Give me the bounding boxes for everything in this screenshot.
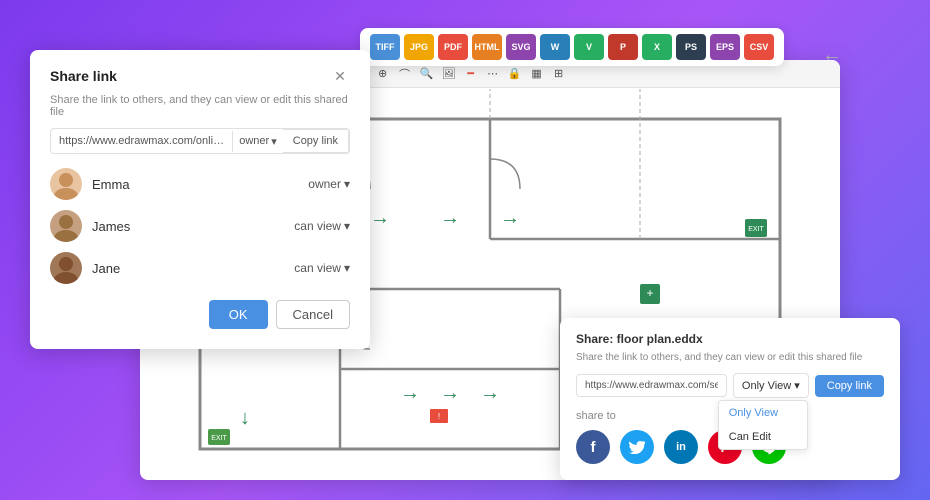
svg-text:→: → xyxy=(440,382,460,404)
link-row: owner ▾ Copy link xyxy=(50,128,350,154)
chevron-down-icon: ▾ xyxy=(344,177,350,191)
copy-link-button-2[interactable]: Copy link xyxy=(815,375,884,397)
user-list: Emma owner ▾ James can view ▾ Jane can v… xyxy=(50,168,350,284)
line-icon[interactable]: ━ xyxy=(463,66,479,82)
image2-icon[interactable]: ▦ xyxy=(529,66,545,82)
svg-text:EXIT: EXIT xyxy=(748,226,764,233)
zoom-icon[interactable]: 🔍 xyxy=(419,66,435,82)
avatar xyxy=(50,210,82,242)
only-view-dropdown[interactable]: Only View ▾ Only View Can Edit xyxy=(733,373,809,398)
link-permission-dropdown[interactable]: owner ▾ xyxy=(232,131,283,152)
user-name: Jane xyxy=(92,261,294,276)
ppt-button[interactable]: P xyxy=(608,34,638,60)
user-role-dropdown[interactable]: owner ▾ xyxy=(308,177,350,191)
user-row: James can view ▾ xyxy=(50,210,350,242)
word-button[interactable]: W xyxy=(540,34,570,60)
xls-button[interactable]: X xyxy=(642,34,672,60)
permission-label: owner xyxy=(239,135,269,147)
chevron-down-icon: ▾ xyxy=(794,379,800,392)
eps-button[interactable]: EPS xyxy=(710,34,740,60)
share-link-dialog: Share link ✕ Share the link to others, a… xyxy=(30,50,370,349)
arrow-indicator: ← xyxy=(822,44,842,67)
user-role-dropdown[interactable]: can view ▾ xyxy=(294,261,350,275)
user-role-dropdown[interactable]: can view ▾ xyxy=(294,219,350,233)
ok-button[interactable]: OK xyxy=(209,300,268,329)
user-row: Jane can view ▾ xyxy=(50,252,350,284)
share-panel-subtitle: Share the link to others, and they can v… xyxy=(576,352,884,363)
role-label: can view xyxy=(294,261,341,275)
dialog-title: Share link xyxy=(50,68,117,84)
share-link-row: Only View ▾ Only View Can Edit Copy link xyxy=(576,373,884,398)
chevron-down-icon: ▾ xyxy=(344,261,350,275)
chevron-down-icon: ▾ xyxy=(344,219,350,233)
only-view-option[interactable]: Only View xyxy=(719,401,807,425)
avatar xyxy=(50,252,82,284)
svg-text:→: → xyxy=(370,207,390,229)
dialog-subtitle: Share the link to others, and they can v… xyxy=(50,94,350,118)
svg-text:→: → xyxy=(440,207,460,229)
user-name: Emma xyxy=(92,177,308,192)
share-panel-title: Share: floor plan.eddx xyxy=(576,332,884,346)
dialog-header: Share link ✕ xyxy=(50,66,350,86)
pdf-button[interactable]: PDF xyxy=(438,34,468,60)
dash-icon[interactable]: ⋯ xyxy=(485,66,501,82)
share-link-input[interactable] xyxy=(576,374,727,397)
user-row: Emma owner ▾ xyxy=(50,168,350,200)
v-button[interactable]: V xyxy=(574,34,604,60)
linkedin-share-button[interactable]: in xyxy=(664,430,698,464)
svg-button[interactable]: SVG xyxy=(506,34,536,60)
format-export-toolbar: TIFF JPG PDF HTML SVG W V P X PS EPS CSV xyxy=(360,28,784,66)
dialog-actions: OK Cancel xyxy=(50,300,350,329)
grid-icon[interactable]: ⊞ xyxy=(551,66,567,82)
svg-text:→: → xyxy=(480,382,500,404)
svg-text:EXIT: EXIT xyxy=(211,435,227,442)
permission-dropdown-menu: Only View Can Edit xyxy=(718,400,808,450)
csv-button[interactable]: CSV xyxy=(744,34,774,60)
user-name: James xyxy=(92,219,294,234)
svg-text:→: → xyxy=(400,382,420,404)
close-icon[interactable]: ✕ xyxy=(330,66,350,86)
image-icon[interactable]: 🖼 xyxy=(441,66,457,82)
svg-text:+: + xyxy=(646,286,653,300)
connect-icon[interactable]: ⊕ xyxy=(375,66,391,82)
role-label: owner xyxy=(308,177,341,191)
role-label: can view xyxy=(294,219,341,233)
svg-text:→: → xyxy=(500,207,520,229)
svg-text:↓: ↓ xyxy=(240,407,250,429)
facebook-share-button[interactable]: f xyxy=(576,430,610,464)
ps-button[interactable]: PS xyxy=(676,34,706,60)
link-input[interactable] xyxy=(51,130,232,152)
avatar xyxy=(50,168,82,200)
jpg-button[interactable]: JPG xyxy=(404,34,434,60)
copy-link-button[interactable]: Copy link xyxy=(283,129,349,153)
can-edit-option[interactable]: Can Edit xyxy=(719,425,807,449)
share-panel: Share: floor plan.eddx Share the link to… xyxy=(560,318,900,480)
tiff-button[interactable]: TIFF xyxy=(370,34,400,60)
curve-icon[interactable]: ⌒ xyxy=(397,66,413,82)
svg-text:!: ! xyxy=(438,412,440,421)
cancel-button[interactable]: Cancel xyxy=(276,300,350,329)
html-button[interactable]: HTML xyxy=(472,34,502,60)
twitter-share-button[interactable] xyxy=(620,430,654,464)
lock-icon[interactable]: 🔒 xyxy=(507,66,523,82)
only-view-label: Only View xyxy=(742,380,791,392)
chevron-down-icon: ▾ xyxy=(271,135,277,148)
